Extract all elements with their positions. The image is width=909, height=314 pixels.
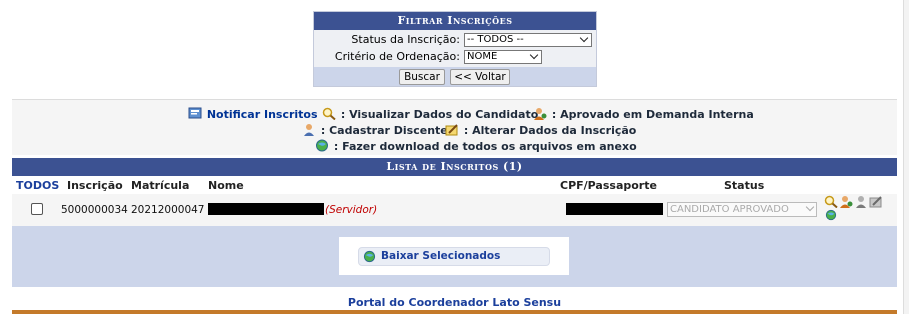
bottom-bar [12,310,897,314]
edit-icon [445,124,458,136]
legend-edit-label: : Alterar Dados da Inscrição [463,124,637,137]
row-inscricao: 5000000034 [61,204,128,216]
user-add-icon[interactable] [854,195,868,208]
row-matricula: 20212000047 [131,204,205,216]
download-area: Baixar Selecionados [12,226,897,287]
notify-label: Notificar Inscritos [206,108,318,121]
download-globe-icon[interactable] [825,209,837,221]
status-label: Status da Inscrição: [351,33,460,46]
filter-panel: Filtrar Inscrições Status da Inscrição: … [313,11,597,87]
select-all-link[interactable]: TODOS [16,179,59,192]
redacted-cpf [566,203,663,215]
status-select-value: -- TODOS -- [467,34,524,45]
filter-title: Filtrar Inscrições [314,12,596,30]
user-approved-icon [534,108,547,120]
download-globe-icon [316,139,328,152]
order-select-value: NOME [467,51,498,62]
user-approved-icon[interactable] [839,195,853,208]
download-selected-button[interactable]: Baixar Selecionados [358,247,550,266]
magnifier-icon [322,107,336,120]
filter-button-row: Buscar << Voltar [314,67,596,86]
header-status: Status [724,179,765,192]
download-selected-label: Baixar Selecionados [381,250,501,262]
row-status-select[interactable]: CANDIDATO APROVADO [667,202,817,217]
notify-link[interactable]: Notificar Inscritos [188,107,318,121]
search-button[interactable]: Buscar [399,69,445,85]
scrollbar-edge [903,0,909,314]
row-servidor-tag: (Servidor) [325,204,378,216]
chevron-down-icon [529,50,539,60]
legend-panel: Notificar Inscritos : Visualizar Dados d… [12,99,897,155]
legend-register-label: : Cadastrar Discente [320,124,448,137]
notify-icon [188,107,202,119]
redacted-name [208,203,324,215]
edit-icon[interactable] [869,195,883,208]
row-checkbox[interactable] [31,203,43,215]
table-row: 5000000034 20212000047 (Servidor) CANDID… [12,194,897,226]
legend-view: : Visualizar Dados do Candidato [322,107,538,121]
legend-approved-label: : Aprovado em Demanda Interna [551,108,754,121]
chevron-down-icon [805,202,815,212]
header-matricula: Matrícula [131,179,190,192]
download-box: Baixar Selecionados [339,237,569,275]
legend-approved: : Aprovado em Demanda Interna [533,107,754,121]
download-globe-icon [363,250,376,263]
chevron-down-icon [579,33,589,43]
header-nome: Nome [208,179,244,192]
legend-view-label: : Visualizar Dados do Candidato [340,108,539,121]
status-select[interactable]: -- TODOS -- [464,33,592,47]
header-cpf: CPF/Passaporte [560,179,657,192]
list-title: Lista de Inscritos (1) [12,158,897,176]
order-label: Critério de Ordenação: [334,50,460,63]
table-header: TODOS Inscrição Matrícula Nome CPF/Passa… [12,176,897,194]
magnifier-icon[interactable] [824,195,838,208]
legend-edit: : Alterar Dados da Inscrição [445,123,636,137]
order-select[interactable]: NOME [464,50,542,64]
back-button[interactable]: << Voltar [450,69,510,85]
legend-download-label: : Fazer download de todos os arquivos em… [333,140,637,153]
legend-download: : Fazer download de todos os arquivos em… [315,139,637,153]
portal-link[interactable]: Portal do Coordenador Lato Sensu [12,296,897,309]
row-status-value: CANDIDATO APROVADO [670,204,789,215]
user-add-icon [304,124,314,136]
legend-register: : Cadastrar Discente [302,123,448,137]
header-inscricao: Inscrição [67,179,123,192]
